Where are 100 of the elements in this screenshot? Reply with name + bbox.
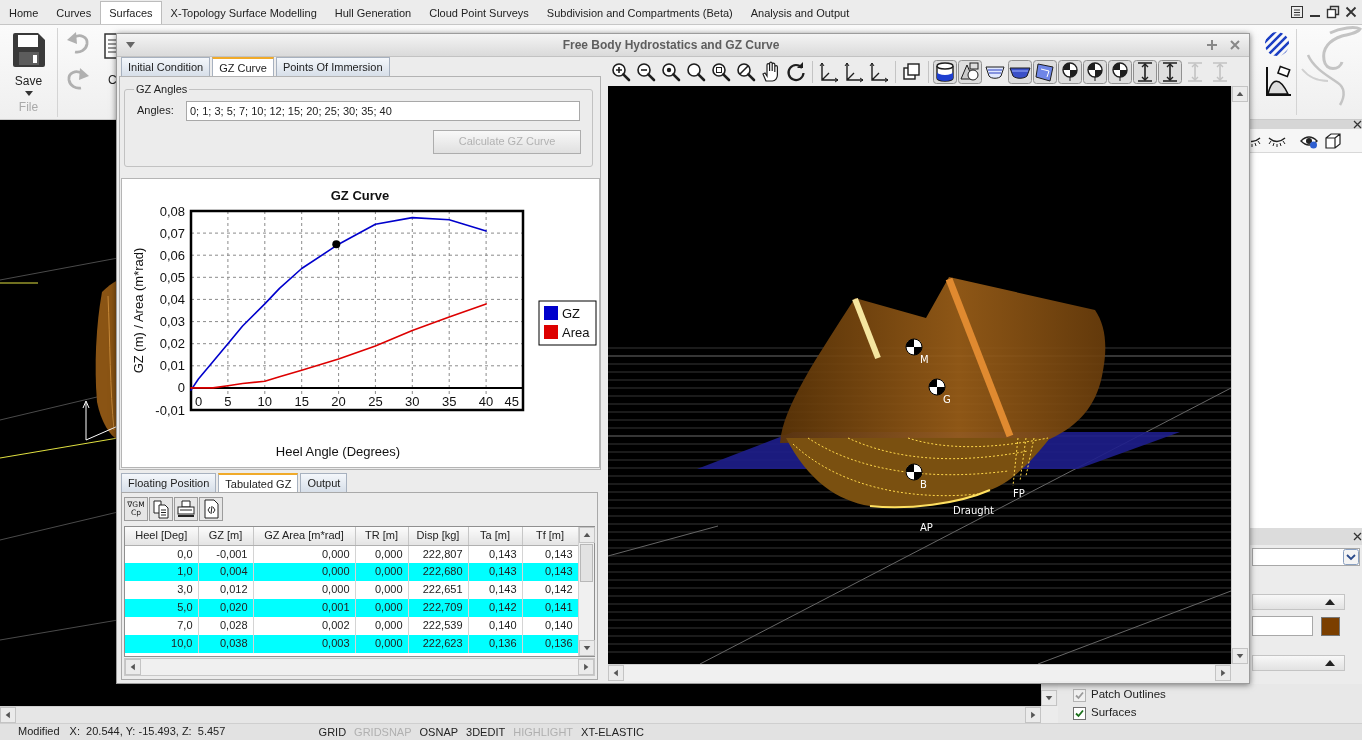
tab[interactable]: GZ Curve xyxy=(212,57,274,76)
window-menu-icon[interactable] xyxy=(1290,5,1304,19)
tick-label: 10 xyxy=(257,394,273,409)
tick-label: 0,06 xyxy=(159,247,185,263)
column-header: GZ Area [m*rad] xyxy=(253,527,355,545)
plus-icon[interactable] xyxy=(1207,40,1217,50)
scrollbar-thumb[interactable] xyxy=(580,544,593,582)
menu-tab[interactable]: Home xyxy=(0,1,48,24)
coordinates-readout: X: 20.544, Y: -15.493, Z: 5.457 xyxy=(69,725,227,739)
curve-chart-icon[interactable] xyxy=(1264,65,1292,97)
table-cell: 0,136 xyxy=(522,635,578,653)
table-cell: 0,142 xyxy=(468,599,522,617)
menu-tab[interactable]: Curves xyxy=(47,1,101,24)
horizontal-scrollbar[interactable] xyxy=(124,658,595,676)
shapes-icon[interactable] xyxy=(958,59,982,84)
marker-label: B xyxy=(920,479,927,490)
tick-label: 0,08 xyxy=(159,203,185,219)
chevron-down-icon xyxy=(1343,549,1359,565)
menu-tab[interactable]: Surfaces xyxy=(100,1,162,24)
tab[interactable]: Output xyxy=(300,473,348,492)
table-cell: 0,038 xyxy=(198,635,253,653)
tab[interactable]: Points Of Immersion xyxy=(275,57,390,76)
checkbox[interactable] xyxy=(1073,706,1086,720)
horizontal-scrollbar[interactable] xyxy=(608,664,1231,681)
horizontal-scrollbar[interactable] xyxy=(0,706,1041,723)
table-cell: 222,680 xyxy=(408,563,468,581)
tick-label: 45 xyxy=(504,394,519,409)
status-toggle[interactable]: GRID xyxy=(318,725,347,739)
table-cell: 0,028 xyxy=(198,617,253,635)
table-cell: 0,136 xyxy=(468,635,522,653)
tab[interactable]: Tabulated GZ xyxy=(218,473,299,492)
tick-label: 35 xyxy=(441,394,457,409)
tick-label: 0,07 xyxy=(159,225,185,241)
input-field[interactable]: 0; 1; 3; 5; 7; 10; 12; 15; 20; 25; 30; 35; 40 xyxy=(186,101,580,121)
group-label: File xyxy=(18,99,39,116)
table-cell: 0,143 xyxy=(468,581,522,599)
station-label: Draught xyxy=(953,505,994,516)
menu-tab[interactable]: Hull Generation xyxy=(325,1,421,24)
column-header: Heel [Deg] xyxy=(125,527,198,545)
status-toggle[interactable]: XT-ELASTIC xyxy=(581,725,645,739)
tab[interactable]: Floating Position xyxy=(121,473,217,492)
menu-tab[interactable]: Analysis and Output xyxy=(741,1,859,24)
collapse-arrow-icon[interactable] xyxy=(1325,660,1335,666)
restore-icon[interactable] xyxy=(1326,5,1340,19)
color-swatch-icon[interactable] xyxy=(1321,616,1340,636)
save-button[interactable]: Save xyxy=(8,28,49,96)
table-cell: 1,0 xyxy=(125,563,198,581)
table-cell: 0,001 xyxy=(253,599,355,617)
menu-tab[interactable]: X-Topology Surface Modelling xyxy=(161,1,326,24)
copy-documents-icon[interactable] xyxy=(149,497,173,521)
menu-tab[interactable]: Subdivision and Compartments (Beta) xyxy=(537,1,742,24)
close-icon[interactable] xyxy=(1353,120,1362,129)
axis-label: Heel Angle (Degrees) xyxy=(275,444,401,459)
table-cell: 0,000 xyxy=(253,563,355,581)
table-cell: 0,004 xyxy=(198,563,253,581)
checkbox-label: Patch Outlines xyxy=(1091,688,1166,702)
legend-label: GZ xyxy=(562,306,581,321)
cube-icon[interactable] xyxy=(1325,132,1341,149)
collapse-arrow-icon[interactable] xyxy=(1325,599,1335,605)
table-cell: 5,0 xyxy=(125,599,198,617)
tick-label: 20 xyxy=(331,394,346,409)
close-icon[interactable] xyxy=(1353,532,1362,541)
menu-tab[interactable]: Cloud Point Surveys xyxy=(420,1,538,24)
table-cell: 0,141 xyxy=(522,599,578,617)
dropdown-field[interactable] xyxy=(1252,548,1360,566)
input-field[interactable] xyxy=(1252,616,1313,636)
button-label[interactable]: C xyxy=(108,73,117,88)
vertical-scrollbar[interactable] xyxy=(578,527,594,656)
table-cell: 0,000 xyxy=(355,599,408,617)
field-label: Angles: xyxy=(137,104,175,118)
station-label: FP xyxy=(1013,488,1025,499)
status-toggle[interactable]: 3DEDIT xyxy=(466,725,506,739)
tick-label: 0,03 xyxy=(159,314,185,330)
chart-title: GZ Curve xyxy=(330,188,390,203)
column-header: Tf [m] xyxy=(522,527,578,545)
vertical-scrollbar[interactable] xyxy=(1231,86,1248,664)
table-cell: 222,539 xyxy=(408,617,468,635)
tick-label: 30 xyxy=(405,394,420,409)
dimension-icon[interactable] xyxy=(1133,59,1157,84)
tilted-panel-icon[interactable] xyxy=(1033,59,1057,84)
tab[interactable]: Initial Condition xyxy=(121,57,211,76)
caret-icon[interactable] xyxy=(126,42,135,48)
close-icon[interactable] xyxy=(1344,5,1358,19)
tick-label: 0 xyxy=(177,380,185,396)
table-cell: 0,143 xyxy=(522,563,578,581)
checkered-circle-icon xyxy=(905,463,923,481)
dimension-icon[interactable] xyxy=(1158,59,1182,84)
printer-icon[interactable] xyxy=(174,497,198,521)
marker-label: G xyxy=(943,394,951,405)
status-toggle[interactable]: OSNAP xyxy=(419,725,459,739)
table-cell: 0,012 xyxy=(198,581,253,599)
marker-label: M xyxy=(920,354,929,365)
table-cell: 0,000 xyxy=(355,635,408,653)
checkered-circle-icon xyxy=(928,378,946,396)
tank-icon[interactable] xyxy=(933,59,957,84)
table-cell: 0,140 xyxy=(468,617,522,635)
table-cell: 0,143 xyxy=(468,563,522,581)
document-code-icon[interactable] xyxy=(199,497,223,521)
table-cell: 0,003 xyxy=(253,635,355,653)
hull-icon[interactable] xyxy=(1008,59,1032,84)
